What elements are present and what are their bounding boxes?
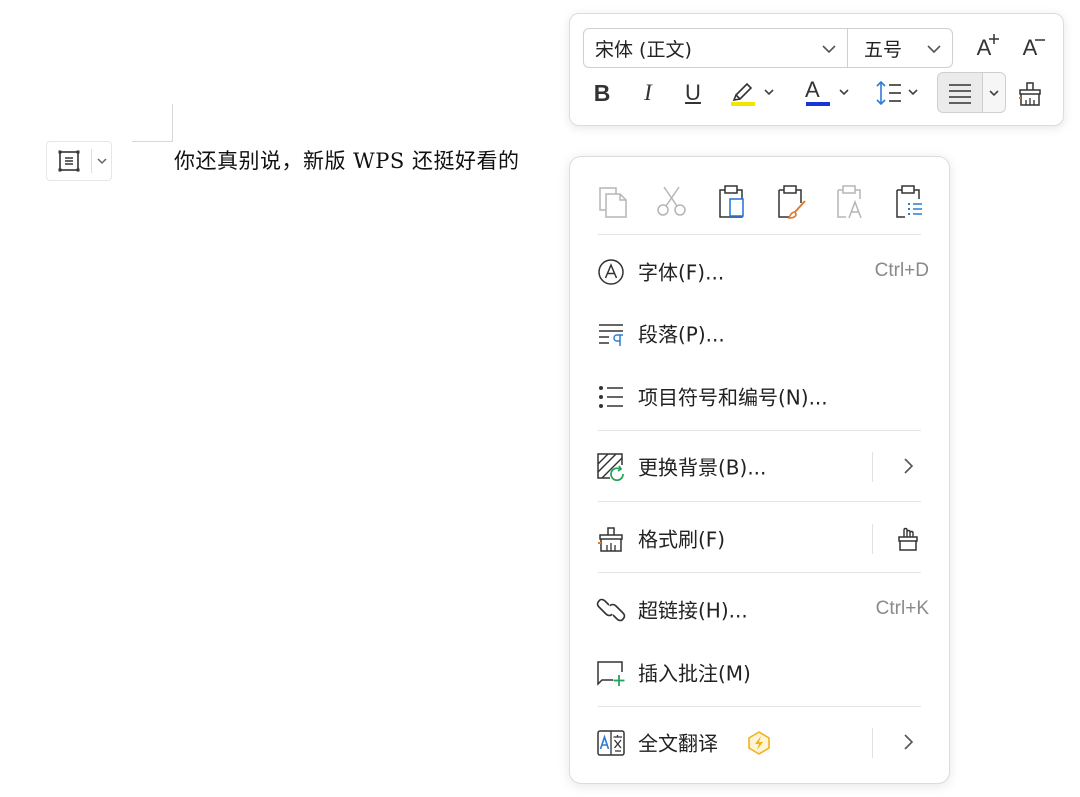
submenu-arrow[interactable] — [878, 446, 938, 486]
menu-item-label: 插入批注(M) — [638, 661, 751, 686]
paste-icon — [719, 185, 744, 218]
bold-button[interactable]: B — [584, 74, 620, 112]
font-color-icon: A — [805, 77, 820, 102]
paste-text-only-icon — [837, 185, 862, 219]
font-size-dropdown[interactable]: 五号 — [848, 29, 952, 67]
menu-item-full-translation[interactable]: 全文翻译 — [580, 716, 941, 768]
menu-separator — [598, 430, 921, 431]
menu-item-label: 格式刷(F) — [638, 527, 726, 552]
alignment-dropdown-arrow[interactable] — [983, 73, 1005, 112]
floating-format-toolbar: 宋体 (正文) 五号 A A B I U A — [569, 13, 1064, 126]
paste-special-button[interactable] — [883, 177, 933, 227]
menu-separator — [598, 501, 921, 502]
paste-special-icon — [896, 185, 922, 218]
paste-keep-format-icon — [778, 185, 806, 219]
menu-item-divider — [872, 728, 873, 758]
chevron-down-icon — [989, 89, 999, 96]
highlight-button[interactable] — [724, 74, 782, 112]
menu-item-insert-comment[interactable]: 插入批注(M) — [580, 646, 941, 698]
paste-text-only-button[interactable] — [824, 177, 874, 227]
font-combo: 宋体 (正文) 五号 — [583, 28, 953, 68]
justify-align-button[interactable] — [938, 73, 983, 112]
submenu-arrow[interactable] — [878, 722, 938, 762]
context-menu: 字体(F)... Ctrl+D 段落(P)... 项目符号和编号(N)... 更… — [569, 156, 950, 784]
cut-icon — [657, 186, 686, 216]
format-painter-lock-button[interactable] — [878, 518, 938, 558]
line-spacing-button[interactable] — [870, 74, 928, 112]
menu-item-label: 全文翻译 — [638, 731, 718, 756]
format-painter-icon — [596, 524, 626, 554]
cut-button[interactable] — [647, 177, 697, 227]
align-justify-icon — [949, 83, 971, 104]
paste-keep-format-button[interactable] — [765, 177, 815, 227]
menu-item-label: 项目符号和编号(N)... — [638, 385, 828, 410]
menu-item-format-painter[interactable]: 格式刷(F) — [580, 512, 941, 564]
chevron-right-icon — [904, 734, 914, 750]
menu-item-change-background[interactable]: 更换背景(B)... — [580, 440, 941, 492]
link-icon — [596, 595, 626, 625]
menu-item-shortcut: Ctrl+D — [874, 260, 929, 281]
font-name-value: 宋体 (正文) — [595, 38, 692, 61]
menu-item-divider — [872, 452, 873, 482]
menu-item-paragraph[interactable]: 段落(P)... — [580, 307, 941, 359]
italic-button[interactable]: I — [630, 74, 666, 112]
copy-button[interactable] — [588, 177, 638, 227]
plus-icon — [989, 34, 999, 44]
bold-icon: B — [593, 79, 611, 106]
underline-button[interactable]: U — [675, 74, 711, 112]
format-painter-hand-icon — [898, 527, 918, 551]
chevron-down-icon — [927, 45, 941, 54]
highlighter-icon — [731, 82, 774, 106]
grow-font-button[interactable]: A — [966, 30, 1002, 66]
menu-separator — [598, 706, 921, 707]
comment-icon — [596, 658, 626, 688]
paragraph-frame-icon[interactable] — [47, 142, 91, 180]
paste-button[interactable] — [706, 177, 756, 227]
document-paragraph-text[interactable]: 你还真别说，新版 WPS 还挺好看的 — [174, 145, 519, 175]
chevron-down-icon — [822, 45, 836, 54]
chevron-down-icon[interactable] — [92, 142, 111, 180]
shrink-font-button[interactable]: A — [1012, 30, 1048, 66]
background-icon — [596, 452, 626, 482]
translate-icon — [596, 728, 626, 758]
menu-item-label: 字体(F)... — [638, 260, 725, 285]
font-name-dropdown[interactable]: 宋体 (正文) — [584, 29, 848, 67]
font-size-value: 五号 — [864, 38, 903, 61]
menu-item-label: 更换背景(B)... — [638, 455, 767, 480]
page-corner-mark — [132, 104, 173, 142]
menu-item-shortcut: Ctrl+K — [875, 598, 929, 619]
paragraph-handle[interactable] — [46, 141, 112, 181]
chevron-right-icon — [904, 458, 914, 474]
menu-item-font[interactable]: 字体(F)... Ctrl+D — [580, 245, 941, 297]
underline-icon: U — [685, 80, 701, 105]
format-painter-icon — [1019, 82, 1041, 106]
copy-icon — [599, 187, 627, 218]
minus-icon — [1035, 39, 1045, 41]
menu-item-bullets-numbering[interactable]: 项目符号和编号(N)... — [580, 370, 941, 422]
menu-separator — [598, 234, 921, 235]
font-color-button[interactable]: A — [799, 74, 857, 112]
line-spacing-icon — [876, 80, 918, 106]
menu-item-divider — [872, 524, 873, 554]
font-icon — [596, 257, 626, 287]
italic-icon: I — [644, 80, 652, 105]
menu-item-hyperlink[interactable]: 超链接(H)... Ctrl+K — [580, 583, 941, 635]
menu-separator — [598, 572, 921, 573]
menu-item-label: 段落(P)... — [638, 322, 725, 347]
paragraph-icon — [596, 319, 626, 349]
bullet-list-icon — [596, 382, 626, 412]
clipboard-row — [588, 177, 933, 227]
format-painter-button[interactable] — [1012, 74, 1048, 112]
menu-item-label: 超链接(H)... — [638, 598, 748, 623]
premium-badge-icon — [748, 731, 770, 755]
alignment-split-button — [937, 72, 1006, 113]
